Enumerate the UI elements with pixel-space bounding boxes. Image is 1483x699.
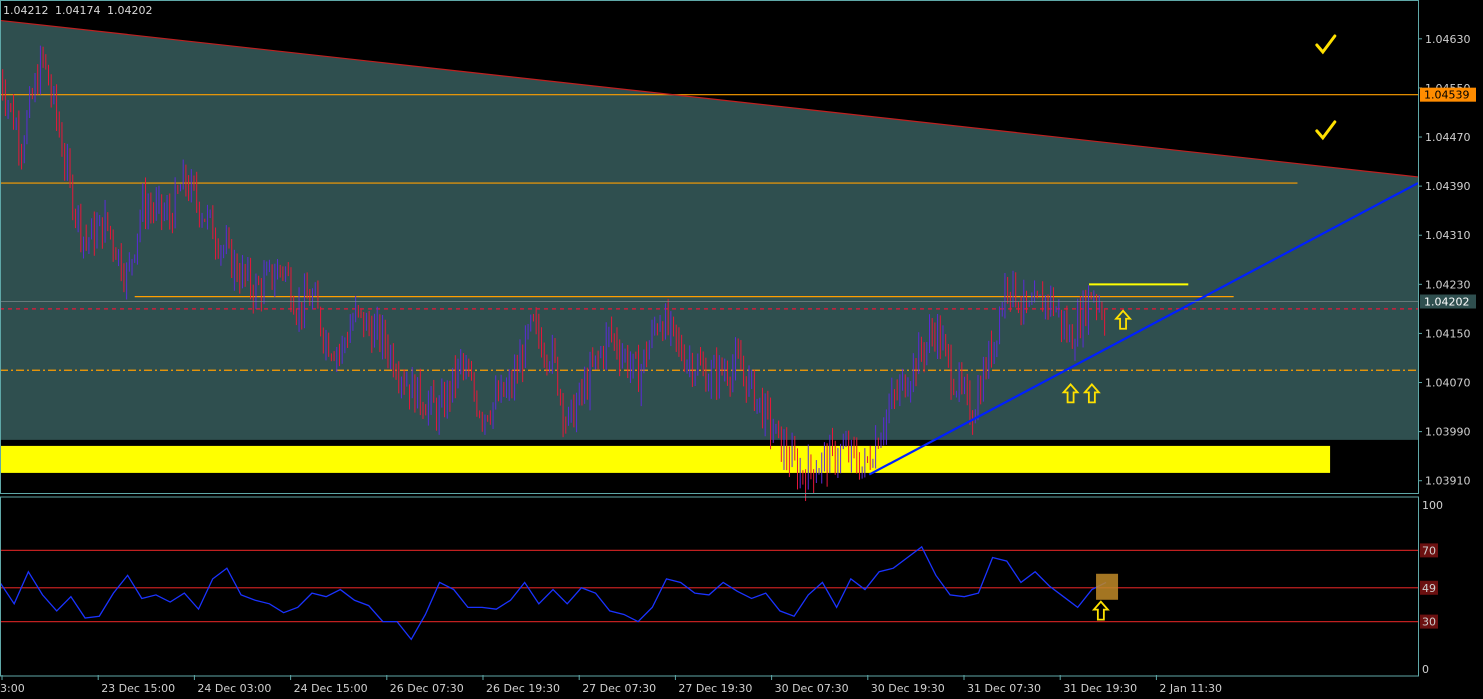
check-mark-icon-0 xyxy=(1315,34,1337,55)
y-tick-label-4: 1.04310 xyxy=(1425,229,1471,242)
x-tick-label-0: 3:00 xyxy=(0,682,25,695)
x-tick-label-3: 24 Dec 15:00 xyxy=(294,682,368,695)
osc-line xyxy=(0,545,1107,641)
main-pane xyxy=(0,19,1419,502)
x-tick-label-4: 26 Dec 07:30 xyxy=(390,682,464,695)
oscillator-pane xyxy=(0,545,1418,641)
y-tick-label-2: 1.04470 xyxy=(1425,131,1471,144)
y-tick-label-7: 1.04070 xyxy=(1425,377,1471,390)
x-tick-label-7: 27 Dec 19:30 xyxy=(678,682,752,695)
x-tick-label-2: 24 Dec 03:00 xyxy=(197,682,271,695)
x-tick-label-10: 31 Dec 07:30 xyxy=(967,682,1041,695)
osc-tick-label-0: 100 xyxy=(1422,499,1443,512)
osc-frame xyxy=(0,496,1419,677)
price-chart[interactable]: 1.046301.045501.044701.043901.043101.042… xyxy=(0,0,1483,699)
y-tick-label-0: 1.04630 xyxy=(1425,33,1471,46)
x-tick-label-6: 27 Dec 07:30 xyxy=(582,682,656,695)
x-tick-label-1: 23 Dec 15:00 xyxy=(101,682,175,695)
x-tick-label-5: 26 Dec 19:30 xyxy=(486,682,560,695)
y-tick-label-8: 1.03990 xyxy=(1425,426,1471,439)
y-tick-label-9: 1.03910 xyxy=(1425,475,1471,488)
osc-highlight-box xyxy=(1096,573,1119,600)
osc-tick-label-2: 49 xyxy=(1422,582,1436,595)
support-zone xyxy=(0,445,1331,473)
check-mark-icon-1 xyxy=(1315,120,1337,141)
osc-tick-label-4: 0 xyxy=(1422,663,1429,676)
x-tick-label-9: 30 Dec 19:30 xyxy=(871,682,945,695)
osc-up-arrow-icon-0 xyxy=(1091,600,1110,621)
current-price-tag-label: 1.04202 xyxy=(1424,296,1470,309)
y-tick-label-6: 1.04150 xyxy=(1425,327,1471,340)
y-tick-label-5: 1.04230 xyxy=(1425,278,1471,291)
osc-tick-label-1: 70 xyxy=(1422,544,1436,557)
osc-tick-label-3: 30 xyxy=(1422,616,1436,629)
x-tick-label-8: 30 Dec 07:30 xyxy=(775,682,849,695)
x-tick-label-12: 2 Jan 11:30 xyxy=(1159,682,1222,695)
y-tick-label-3: 1.04390 xyxy=(1425,180,1471,193)
level-price-tag-label: 1.04539 xyxy=(1424,89,1470,102)
x-tick-label-11: 31 Dec 19:30 xyxy=(1063,682,1137,695)
